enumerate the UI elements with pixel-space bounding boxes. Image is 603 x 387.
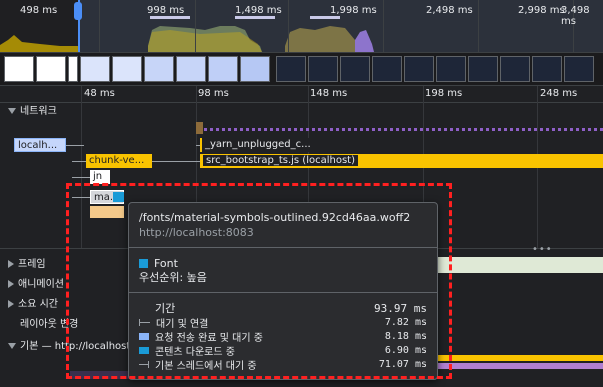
frames-bar [438, 257, 603, 273]
track-frames-label: 프레임 [18, 259, 46, 270]
track-main-label: 기본 — http://localhost [20, 341, 131, 352]
tooltip-duration-value: 93.97 ms [374, 301, 427, 315]
tooltip-phase-value: 71.07 ms [378, 358, 427, 370]
request-chunk-vendor[interactable]: chunk-ve... [86, 154, 152, 168]
tooltip-phase-row: 요청 전송 완료 및 대기 중 8.18 ms [139, 329, 427, 344]
expand-triangle-icon[interactable] [8, 280, 14, 288]
overview-tick-label: 998 ms [147, 5, 185, 16]
tooltip-host: http://localhost:8083 [139, 226, 254, 239]
tooltip-separator [129, 247, 437, 248]
ruler-tick-label: 248 ms [540, 88, 578, 99]
tooltip-separator [129, 292, 437, 293]
track-timings-label: 소요 시간 [18, 299, 58, 310]
screenshot-filmstrip[interactable] [0, 53, 603, 86]
request-src-bootstrap[interactable]: src_bootstrap_ts.js (localhost) [200, 154, 603, 168]
overview-tick-label: 498 ms [20, 5, 58, 16]
ruler-tick-label: 148 ms [310, 88, 348, 99]
tooltip-priority: 우선순위: 높음 [139, 270, 427, 284]
network-track-header[interactable]: 네트워크 [0, 104, 57, 120]
range-handle-left[interactable] [74, 2, 82, 20]
tooltip-phase-row: 기본 스레드에서 대기 중 71.07 ms [139, 357, 427, 372]
ruler-tick-label: 48 ms [84, 88, 115, 99]
request-yarn-unplugged[interactable]: _yarn_unplugged_c... [200, 138, 318, 152]
main-thread-whisker-icon [139, 360, 149, 368]
request-download-segment [113, 192, 124, 202]
tooltip-phase-row: 콘텐츠 다운로드 중 6.90 ms [139, 343, 427, 358]
network-track-title: 네트워크 [20, 106, 57, 117]
request-whisker [72, 161, 86, 162]
request-tooltip: /fonts/material-symbols-outlined.92cd46a… [128, 202, 438, 380]
font-type-swatch-icon [139, 258, 148, 268]
tooltip-url: /fonts/material-symbols-outlined.92cd46a… [139, 211, 411, 224]
request-localhost[interactable]: localh... [14, 138, 66, 152]
request-jn[interactable]: jn [90, 170, 110, 184]
tooltip-resource-type-label: Font [154, 256, 178, 270]
request-dotted-line [204, 128, 603, 131]
request-whisker [66, 145, 84, 146]
tooltip-phase-label: 요청 전송 완료 및 대기 중 [155, 332, 263, 344]
queueing-whisker-icon [139, 318, 150, 326]
overview-marker [235, 16, 275, 19]
request-whisker [152, 161, 196, 162]
request-whisker [72, 177, 90, 178]
track-layout-shifts-label: 레이아웃 변경 [20, 319, 79, 330]
tooltip-phase-label: 대기 및 연결 [156, 318, 209, 330]
request-sent-swatch-icon [139, 332, 149, 340]
overview-tick-label: 1,998 ms [330, 5, 377, 16]
drag-dots-icon: ••• [532, 244, 553, 255]
overview-tick-label: 2,498 ms [426, 5, 473, 16]
tooltip-priority-label: 우선순위: 높음 [139, 271, 207, 284]
tooltip-phase-row: 대기 및 연결 7.82 ms [139, 315, 427, 330]
collapse-triangle-icon[interactable] [8, 108, 16, 114]
yarn-request-head [196, 122, 203, 134]
main-task-bar [438, 363, 603, 369]
ruler-tick-label: 98 ms [198, 88, 229, 99]
ruler-tick-label: 198 ms [425, 88, 463, 99]
request-row-block [90, 206, 124, 218]
download-swatch-icon [139, 346, 149, 354]
time-ruler: 48 ms 98 ms 148 ms 198 ms 248 ms [0, 86, 603, 103]
request-whisker [72, 197, 90, 198]
tooltip-phase-value: 8.18 ms [384, 330, 427, 342]
request-src-bootstrap-label: src_bootstrap_ts.js (localhost) [203, 155, 358, 166]
expand-triangle-icon[interactable] [8, 260, 14, 268]
track-animations-label: 애니메이션 [18, 279, 64, 290]
overview-marker [150, 16, 190, 19]
tooltip-resource-type: Font [139, 256, 427, 270]
expand-triangle-icon[interactable] [8, 300, 14, 308]
overview-tick-label: 3,498 ms [561, 5, 590, 27]
tooltip-duration-row: 기간 93.97 ms [139, 301, 427, 316]
tooltip-phase-label: 콘텐츠 다운로드 중 [155, 346, 235, 358]
main-task-bar [438, 355, 603, 361]
overview-marker [310, 16, 340, 19]
tooltip-phase-value: 6.90 ms [384, 344, 427, 356]
overview-tick-label: 2,998 ms [518, 5, 565, 16]
timeline-overview[interactable]: 498 ms 998 ms 1,498 ms 1,998 ms 2,498 ms… [0, 0, 603, 53]
collapse-triangle-icon[interactable] [8, 343, 16, 349]
overview-tick-label: 1,498 ms [235, 5, 282, 16]
tooltip-phase-label: 기본 스레드에서 대기 중 [155, 360, 257, 372]
tooltip-phase-value: 7.82 ms [384, 316, 427, 328]
